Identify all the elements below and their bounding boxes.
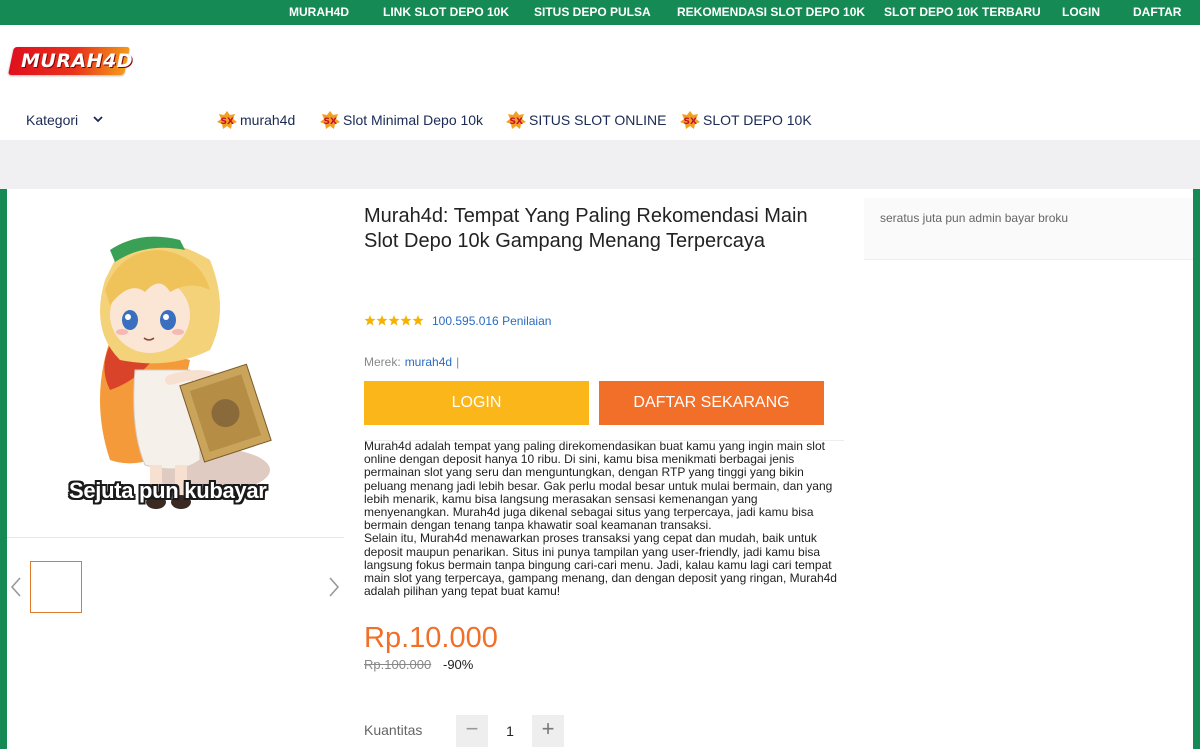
category-link-label: SLOT DEPO 10K <box>703 112 812 128</box>
description-paragraph: Selain itu, Murah4d menawarkan proses tr… <box>364 531 837 599</box>
site-logo[interactable]: MURAH4D <box>8 47 134 75</box>
product-image-caption: Sejuta pun kubayar <box>69 478 267 503</box>
product-description: Murah4d adalah tempat yang paling direko… <box>364 439 844 599</box>
brand-row: Merek: murah4d | <box>364 355 459 369</box>
discount-badge: -90% <box>443 657 474 672</box>
sx-logo-icon: SX <box>506 111 526 130</box>
sx-logo-icon: SX <box>680 111 700 130</box>
sx-logo-icon: SX <box>320 111 340 130</box>
chevron-left-icon[interactable] <box>10 576 22 598</box>
quantity-decrease-button[interactable]: − <box>456 715 488 747</box>
product-title: Murah4d: Tempat Yang Paling Rekomendasi … <box>364 205 808 252</box>
brand-label: Merek: <box>364 355 401 369</box>
gallery-divider <box>7 537 344 538</box>
svg-text:SX: SX <box>684 117 697 127</box>
description-paragraph: Murah4d adalah tempat yang paling direko… <box>364 439 833 533</box>
svg-text:SX: SX <box>221 117 234 127</box>
category-link-situs-slot[interactable]: SX SITUS SLOT ONLINE <box>506 110 666 130</box>
category-link-murah4d[interactable]: SX murah4d <box>217 110 295 130</box>
category-link-label: murah4d <box>240 112 296 128</box>
category-link-slot-depo[interactable]: SX SLOT DEPO 10K <box>680 110 812 130</box>
nav-daftar[interactable]: DAFTAR <box>1133 0 1181 25</box>
brand-separator: | <box>456 355 460 369</box>
sidebar-note: seratus juta pun admin bayar broku <box>864 198 1193 260</box>
sidebar-note-text: seratus juta pun admin bayar broku <box>880 211 1069 225</box>
nav-slot-depo-terbaru[interactable]: SLOT DEPO 10K TERBARU <box>884 0 1041 25</box>
nav-murah4d[interactable]: MURAH4D <box>289 0 349 25</box>
original-price: Rp.100.000 <box>364 657 432 672</box>
rating-stars <box>364 315 424 326</box>
daftar-sekarang-button[interactable]: DAFTAR SEKARANG <box>599 381 824 425</box>
header-divider-band <box>0 140 1200 189</box>
nav-link-slot-depo-10k[interactable]: LINK SLOT DEPO 10K <box>383 0 509 25</box>
chevron-down-icon[interactable] <box>93 114 103 124</box>
nav-rekomendasi-slot[interactable]: REKOMENDASI SLOT DEPO 10K <box>677 0 865 25</box>
sx-logo-icon: SX <box>217 111 237 130</box>
nav-situs-depo-pulsa[interactable]: SITUS DEPO PULSA <box>534 0 651 25</box>
top-nav: MURAH4D LINK SLOT DEPO 10K SITUS DEPO PU… <box>0 0 1200 25</box>
rating-count[interactable]: 100.595.016 Penilaian <box>432 314 551 328</box>
svg-text:SX: SX <box>510 117 523 127</box>
chevron-right-icon[interactable] <box>328 576 340 598</box>
current-price: Rp.10.000 <box>364 622 498 654</box>
quantity-label: Kuantitas <box>364 722 423 738</box>
category-link-label: SITUS SLOT ONLINE <box>529 112 667 128</box>
quantity-input[interactable]: 1 <box>494 723 526 739</box>
quantity-increase-button[interactable]: + <box>532 715 564 747</box>
gallery-thumbnail[interactable] <box>30 561 82 613</box>
kategori-dropdown-label[interactable]: Kategori <box>26 112 78 128</box>
login-button[interactable]: LOGIN <box>364 381 589 425</box>
logo-text: MURAH4D <box>21 50 134 72</box>
category-link-label: Slot Minimal Depo 10k <box>343 112 484 128</box>
category-link-slot-minimal[interactable]: SX Slot Minimal Depo 10k <box>320 110 483 130</box>
nav-login[interactable]: LOGIN <box>1062 0 1100 25</box>
svg-text:SX: SX <box>324 117 337 127</box>
brand-link[interactable]: murah4d <box>405 355 452 369</box>
